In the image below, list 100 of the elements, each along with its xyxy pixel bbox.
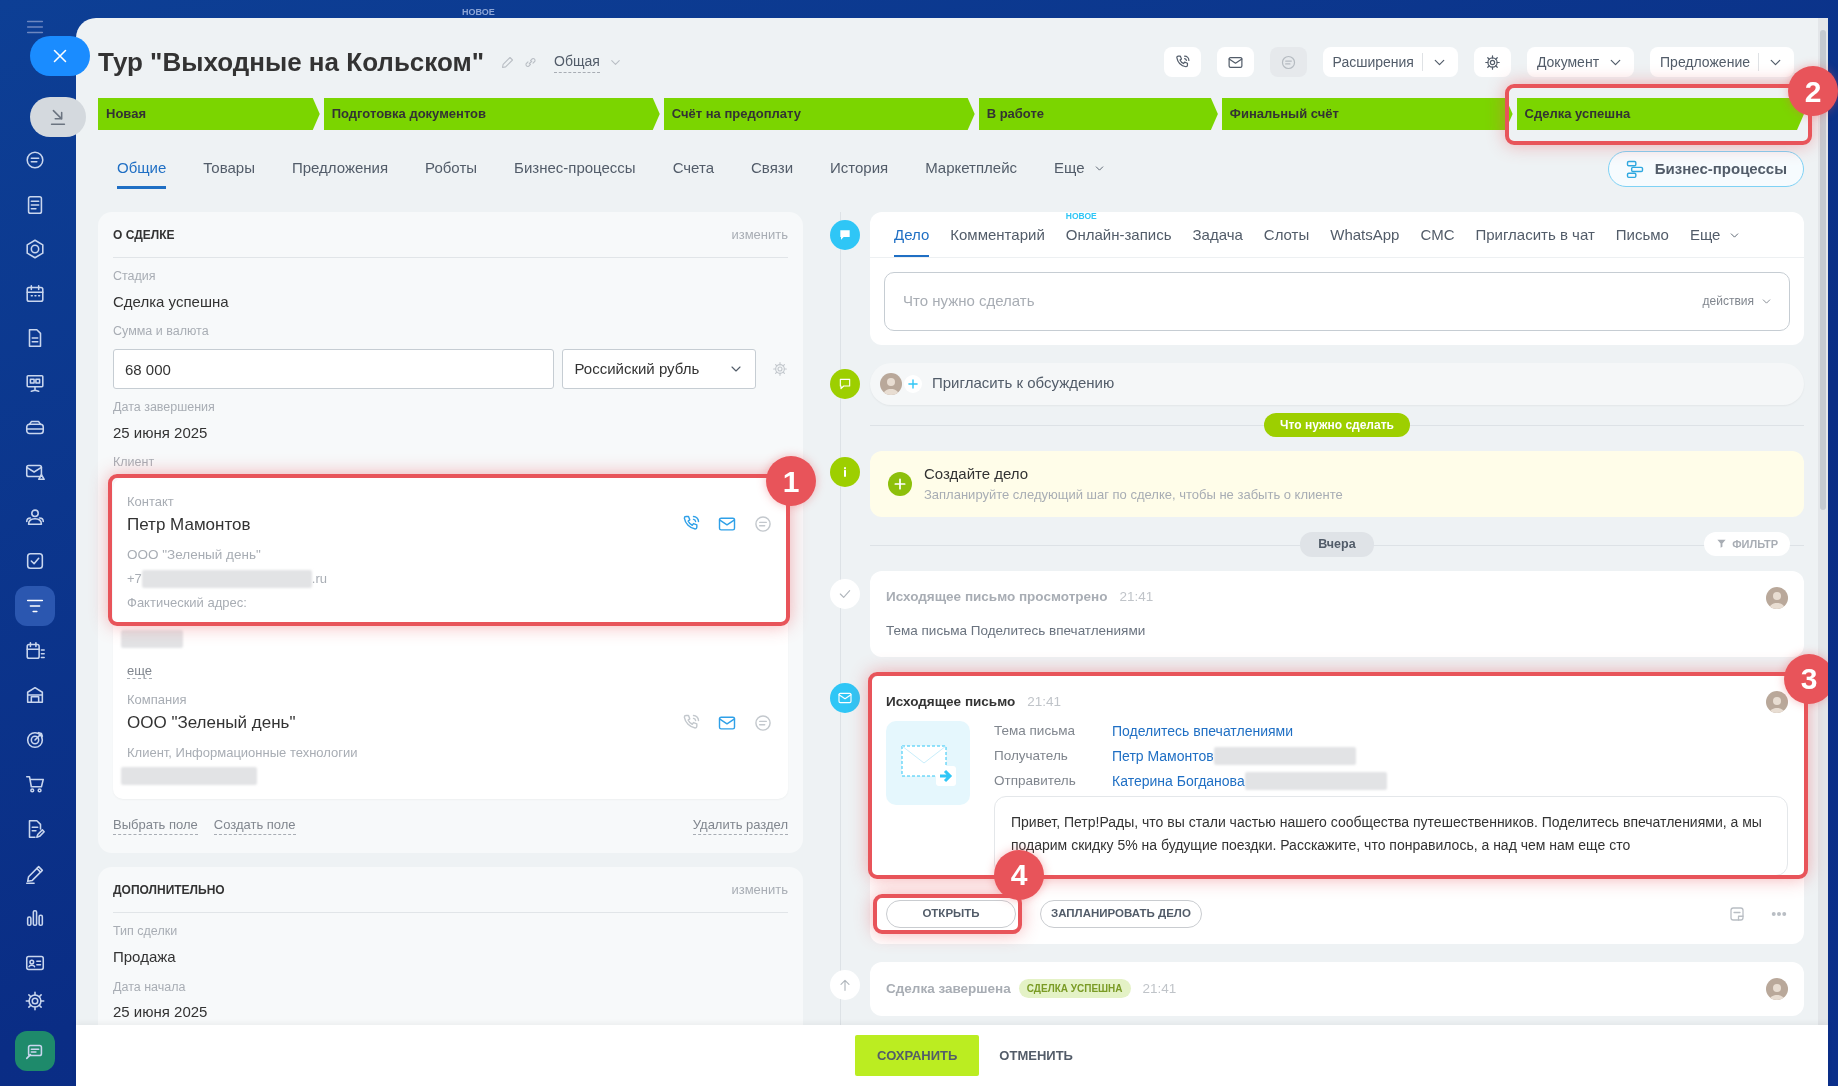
split-button[interactable]: Расширения: [1322, 47, 1458, 77]
amount-field[interactable]: 68 000: [113, 349, 555, 389]
mail-button[interactable]: [1216, 47, 1254, 77]
collapse-button[interactable]: [30, 97, 86, 137]
more-tab[interactable]: Еще: [1689, 212, 1742, 257]
tab[interactable]: Пригласить в чат: [1475, 212, 1595, 257]
section-title: О СДЕЛКЕ: [113, 226, 175, 244]
invite-button[interactable]: Пригласить к обсуждению: [870, 362, 1804, 405]
currency-select[interactable]: Российский рубль: [562, 349, 756, 389]
redaction-blur: [121, 630, 183, 648]
chat-icon: [1279, 53, 1297, 71]
tab[interactable]: Связи: [751, 149, 793, 189]
settings-icon: [772, 361, 788, 377]
envelope-icon: [886, 720, 970, 805]
tab[interactable]: Дело: [894, 212, 930, 257]
chat-icon: [830, 220, 860, 250]
tab[interactable]: Общие: [117, 149, 167, 189]
address-label: Фактический адрес:: [127, 593, 248, 612]
phone-button[interactable]: [1163, 47, 1201, 77]
settings-button[interactable]: [1473, 47, 1511, 77]
category-dropdown[interactable]: Общая: [554, 51, 600, 73]
event-time: 21:41: [1027, 692, 1061, 711]
field-label: Стадия: [113, 268, 157, 285]
actions-dropdown[interactable]: действия: [1702, 292, 1773, 310]
close-button[interactable]: [30, 36, 90, 76]
contact-name[interactable]: Петр Мамонтов: [127, 511, 251, 537]
pencil-icon: [500, 54, 516, 70]
cancel-button[interactable]: ОТМЕНИТЬ: [993, 1044, 1079, 1067]
field-label: Клиент: [113, 454, 156, 472]
tab[interactable]: Слоты: [1263, 212, 1310, 257]
field-label: Сумма и валюта: [113, 323, 210, 341]
action-button[interactable]: ЗАПЛАНИРОВАТЬ ДЕЛО: [1040, 899, 1202, 928]
more-tab[interactable]: Еще: [1054, 149, 1106, 189]
scrollbar-thumb[interactable]: [1820, 30, 1826, 510]
stage-step[interactable]: Финальный счёт: [1221, 98, 1513, 130]
field-value: 25 июня 2025: [113, 1002, 209, 1023]
field-value: Сделка успешна: [113, 291, 230, 312]
event-title: Сделка завершена: [886, 979, 1011, 998]
tab[interactable]: Счета: [672, 149, 714, 189]
section-divider-label: Что нужно сделать: [1264, 412, 1410, 437]
section-title: ДОПОЛНИТЕЛЬНО: [113, 881, 225, 899]
avatar: [1766, 586, 1788, 609]
field-link[interactable]: Создать поле: [213, 814, 296, 836]
task-input[interactable]: Что нужно сделать действия: [884, 271, 1790, 331]
avatar: [880, 372, 902, 395]
filter-icon: [1716, 538, 1728, 550]
tab[interactable]: Товары: [203, 149, 255, 189]
event-title: Исходящее письмо просмотрено: [886, 588, 1108, 607]
delete-link[interactable]: Удалить раздел: [692, 814, 788, 836]
save-button[interactable]: СОХРАНИТЬ: [855, 1035, 980, 1076]
stage-step[interactable]: Подготовка документов: [323, 98, 660, 130]
card-hint: Запланируйте следующий шаг по сделке, чтобы не забыть о клиенте: [924, 486, 1343, 504]
calendar-list-icon: [24, 639, 46, 662]
date-divider: Вчера: [1300, 532, 1374, 557]
field-value: 25 июня 2025: [113, 422, 209, 443]
step-badge: 2: [1788, 66, 1838, 116]
field-label: Тип сделки: [113, 923, 179, 941]
dropdown-button[interactable]: Документ: [1526, 47, 1635, 77]
company-name[interactable]: ООО "Зеленый день": [127, 709, 296, 736]
action-button[interactable]: ОТКРЫТЬ: [886, 899, 1016, 928]
stage-step[interactable]: Сделка успешна: [1516, 98, 1804, 130]
split-button[interactable]: Предложение: [1650, 47, 1794, 77]
event-title: Исходящее письмо: [886, 692, 1016, 711]
tab[interactable]: Предложения: [291, 149, 389, 189]
field-label: Компания: [127, 691, 188, 710]
field-link[interactable]: Петр Мамонтов: [1112, 745, 1214, 767]
new-label: НОВОЕ: [1065, 210, 1097, 223]
sidebar-button[interactable]: [15, 1031, 55, 1072]
stage-step[interactable]: Новая: [98, 98, 320, 130]
event-time: 21:41: [1119, 588, 1154, 607]
tab[interactable]: История: [830, 149, 889, 189]
plus-icon: [904, 374, 922, 393]
field-label: Контакт: [127, 493, 175, 511]
tab[interactable]: WhatsApp: [1330, 212, 1400, 257]
more-link[interactable]: еще: [127, 663, 152, 680]
tab[interactable]: Роботы: [425, 149, 478, 189]
field-label: Отправитель: [994, 772, 1077, 791]
tab[interactable]: Бизнес-процессы: [514, 149, 636, 189]
email-text: .ru: [311, 570, 327, 589]
field-label: Получатель: [994, 747, 1069, 766]
field-link[interactable]: Поделитесь впечатлениями: [1112, 720, 1293, 742]
sidebar-button[interactable]: [15, 585, 55, 626]
business-process-button[interactable]: Бизнес-процессы: [1607, 151, 1804, 187]
info-icon: [830, 456, 860, 487]
phone-text: +7: [127, 570, 142, 589]
stage-step[interactable]: Счёт на предоплату: [663, 98, 975, 130]
tab[interactable]: СМС: [1420, 212, 1455, 257]
step-badge: 3: [1784, 653, 1828, 704]
field-link[interactable]: Катерина Богданова: [1112, 770, 1245, 792]
tab[interactable]: Комментарий: [950, 212, 1045, 257]
arrow-up-icon: [830, 969, 860, 1000]
tab[interactable]: Письмо: [1615, 212, 1669, 257]
chat-icon: [24, 149, 46, 171]
tab[interactable]: Задача: [1192, 212, 1243, 257]
mail-icon: [830, 682, 860, 713]
field-link[interactable]: Выбрать поле: [113, 814, 198, 836]
avatar: [1766, 977, 1788, 1000]
stage-step[interactable]: В работе: [978, 98, 1218, 130]
calendar-icon: [24, 282, 46, 305]
tab[interactable]: Маркетплейс: [925, 149, 1018, 189]
